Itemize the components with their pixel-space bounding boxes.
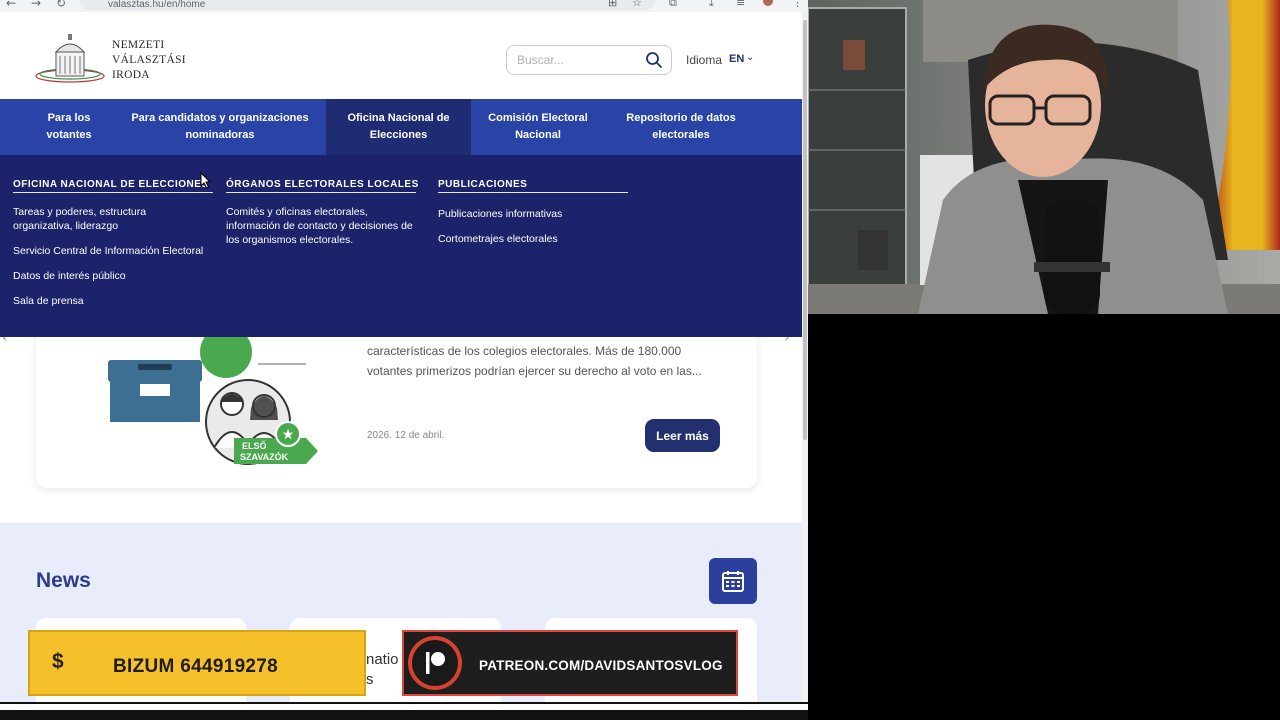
browser-window: ← → ↻ valasztas.hu/en/home ⊞ ☆ ⧉ ⤓ ≡ ⋮ N… — [0, 0, 808, 720]
nav-item-votantes[interactable]: Para los votantes — [30, 99, 108, 155]
svg-text:★: ★ — [282, 427, 295, 443]
card-excerpt: características de los colegios electora… — [367, 344, 702, 378]
patreon-text: PATREON.COM/DAVIDSANTOSVLOG — [479, 658, 723, 673]
menu-link[interactable]: Datos de interés público — [13, 269, 213, 283]
scrollbar-thumb[interactable] — [803, 20, 807, 440]
menu-link[interactable]: Publicaciones informativas — [438, 207, 628, 221]
logo-line: VÁLASZTÁSI — [112, 54, 186, 66]
news-card-title-line: s — [366, 671, 374, 688]
browser-toolbar: ← → ↻ valasztas.hu/en/home ⊞ ☆ ⧉ ⤓ ≡ ⋮ — [0, 0, 808, 12]
patreon-logo-icon — [412, 640, 458, 686]
nav-item-oficina-nacional[interactable]: Oficina Nacional de Elecciones — [326, 99, 471, 155]
menu-link[interactable]: Servicio Central de Información Electora… — [13, 244, 213, 258]
url-text[interactable]: valasztas.hu/en/home — [108, 0, 205, 10]
chevron-down-icon[interactable]: ⌄ — [746, 52, 754, 63]
logo-line: IRODA — [112, 69, 150, 81]
first-voters-illustration: ★ ELSŐ SZAVAZÓK — [108, 326, 318, 465]
search-input[interactable] — [517, 53, 637, 67]
patreon-banner: PATREON.COM/DAVIDSANTOSVLOG — [402, 630, 738, 696]
empty-region — [808, 314, 1280, 720]
horizontal-scrollbar[interactable] — [0, 704, 808, 710]
translate-icon[interactable]: ⊞ — [608, 0, 617, 9]
extensions-icon[interactable]: ⧉ — [669, 0, 677, 10]
bizum-text: BIZUM 644919278 — [113, 656, 279, 677]
media-icon[interactable]: ≡ — [736, 0, 745, 9]
parliament-logo-icon[interactable] — [34, 32, 106, 84]
menu-heading[interactable]: OFICINA NACIONAL DE ELECCIONES — [13, 179, 213, 193]
mouse-cursor-icon — [200, 172, 212, 189]
news-card-title-line: natio — [366, 651, 399, 668]
news-heading: News — [36, 569, 91, 592]
calendar-button[interactable] — [709, 558, 757, 604]
badge-text: ELSŐ — [242, 440, 267, 451]
forward-icon[interactable]: → — [31, 0, 41, 10]
search-icon[interactable] — [645, 51, 663, 69]
news-card-title[interactable]: natio s — [366, 650, 399, 690]
mega-menu-column: ÓRGANOS ELECTORALES LOCALES Comités y of… — [226, 179, 418, 247]
language-select[interactable]: EN — [729, 53, 744, 65]
streamer-video-icon — [808, 0, 1280, 314]
search-box[interactable] — [506, 45, 672, 75]
webcam-feed — [808, 0, 1280, 314]
profile-avatar-icon[interactable] — [763, 0, 773, 6]
more-menu-icon[interactable]: ⋮ — [792, 0, 803, 9]
site-logo-text[interactable]: NEMZETI VÁLASZTÁSI IRODA — [112, 38, 186, 83]
site-header: NEMZETI VÁLASZTÁSI IRODA Idioma EN ⌄ — [0, 12, 802, 99]
main-navigation: Para los votantes Para candidatos y orga… — [0, 99, 802, 155]
mega-menu: OFICINA NACIONAL DE ELECCIONES Tareas y … — [0, 155, 802, 337]
menu-link[interactable]: Cortometrajes electorales — [438, 232, 628, 246]
dollar-icon: $ — [52, 650, 64, 673]
badge-text: SZAVAZÓK — [240, 451, 289, 462]
logo-line: NEMZETI — [112, 39, 165, 51]
bizum-donation-banner: $ BIZUM 644919278 — [28, 630, 366, 696]
card-date: 2026. 12 de abril. — [367, 430, 445, 441]
back-icon[interactable]: ← — [6, 0, 16, 10]
read-more-button[interactable]: Leer más — [645, 419, 720, 452]
menu-heading[interactable]: ÓRGANOS ELECTORALES LOCALES — [226, 179, 418, 193]
nav-item-candidatos[interactable]: Para candidatos y organizaciones nominad… — [126, 99, 314, 155]
address-bar[interactable]: valasztas.hu/en/home — [80, 0, 655, 10]
language-label: Idioma — [686, 53, 723, 67]
menu-heading[interactable]: PUBLICACIONES — [438, 179, 628, 193]
nav-item-repositorio[interactable]: Repositorio de datos electorales — [612, 99, 750, 155]
mega-menu-column: OFICINA NACIONAL DE ELECCIONES Tareas y … — [13, 179, 213, 308]
download-icon[interactable]: ⤓ — [709, 0, 714, 10]
menu-link[interactable]: Sala de prensa — [13, 294, 213, 308]
calendar-icon — [722, 571, 744, 592]
mega-menu-column: PUBLICACIONES Publicaciones informativas… — [438, 179, 628, 246]
reload-icon[interactable]: ↻ — [56, 0, 66, 10]
menu-link[interactable]: Tareas y poderes, estructura organizativ… — [13, 205, 193, 233]
bookmark-star-icon[interactable]: ☆ — [632, 0, 642, 9]
nav-item-comision-electoral[interactable]: Comisión Electoral Nacional — [482, 99, 594, 155]
menu-link[interactable]: Comités y oficinas electorales, informac… — [226, 205, 416, 247]
